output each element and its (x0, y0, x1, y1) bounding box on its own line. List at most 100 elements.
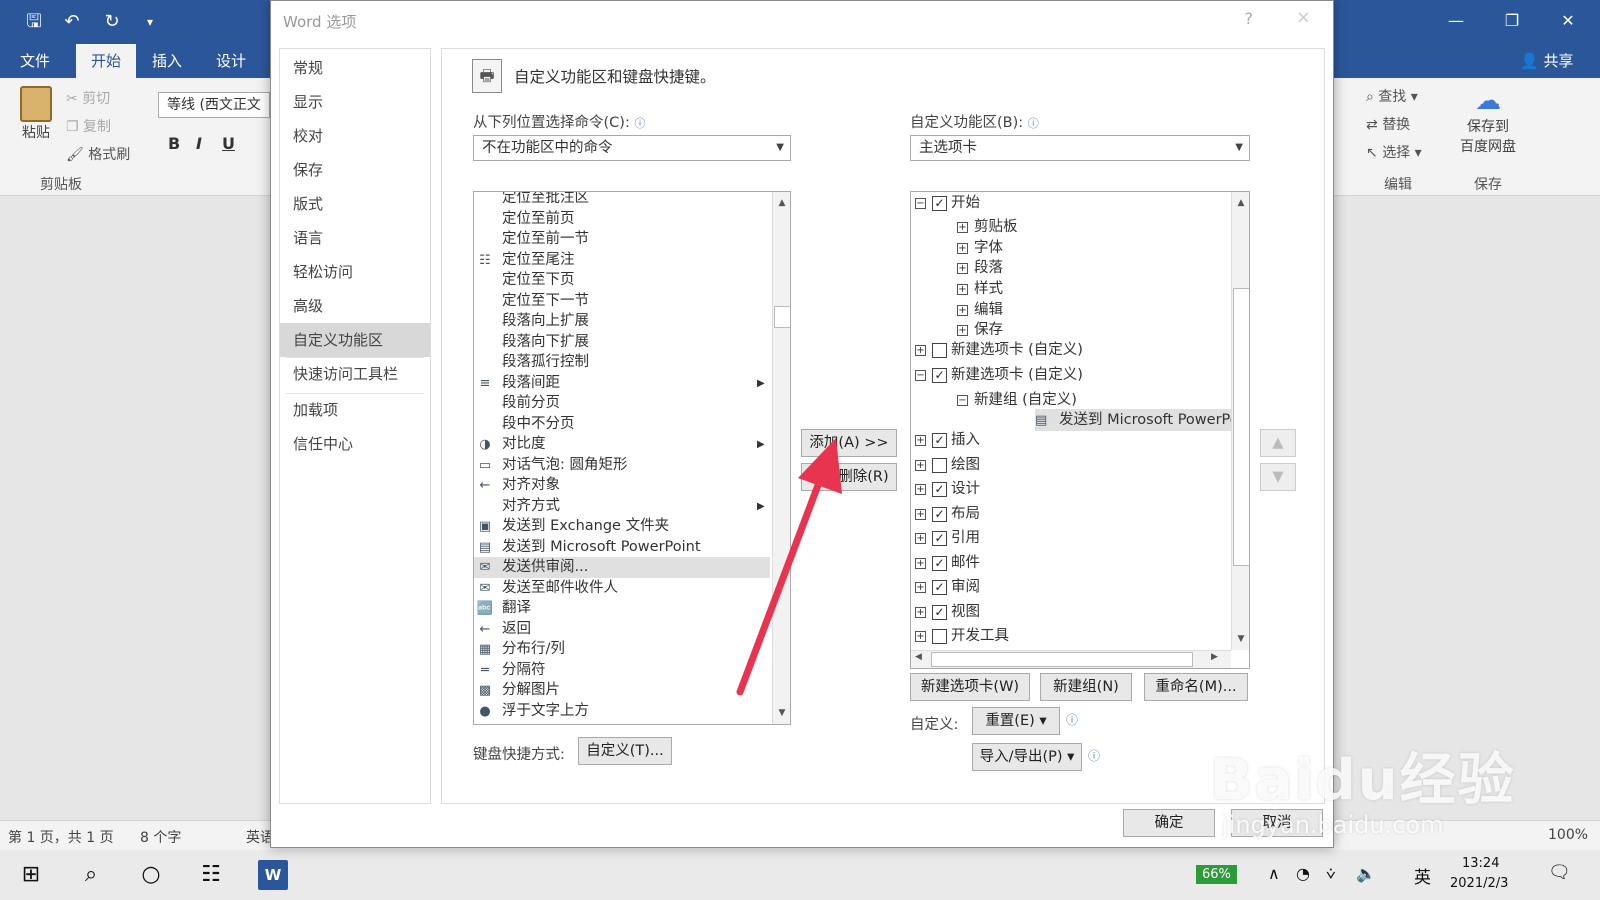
tree-checkbox[interactable]: ✓ (932, 432, 947, 448)
scroll-thumb[interactable] (1233, 288, 1249, 566)
new-group-button[interactable]: 新建组(N) (1040, 673, 1132, 701)
command-item[interactable]: 定位至前页 (474, 209, 770, 230)
nav-item-4[interactable]: 版式 (280, 187, 430, 221)
tree-checkbox[interactable]: ✓ (932, 367, 947, 383)
command-item[interactable]: ← 返回 (474, 619, 770, 640)
nav-item-6[interactable]: 轻松访问 (280, 255, 430, 289)
command-item[interactable]: ✉ 发送至邮件收件人 (474, 578, 770, 599)
tree-checkbox[interactable] (932, 342, 947, 358)
command-item[interactable]: ▦ 分布行/列 (474, 639, 770, 660)
expand-icon[interactable]: + (957, 304, 968, 316)
command-item[interactable]: 段中不分页 (474, 414, 770, 435)
ribbon-tree[interactable]: − ✓ 开始 + 剪贴板 + 字体 + 段落 + 样式 + 编辑 + 保存 + 新建选项卡 (自定义) − ✓ 新建选… (910, 191, 1250, 669)
command-item[interactable]: ● 浮于文字上方 (474, 701, 770, 722)
command-item[interactable]: ▤ 发送到 Microsoft PowerPoint (474, 537, 770, 558)
word-app-icon[interactable]: W (258, 860, 288, 890)
restore-icon[interactable]: ❐ (1492, 6, 1532, 36)
remove-button[interactable]: << 删除(R) (801, 463, 897, 491)
tree-node[interactable]: + ✓ 设计 (915, 478, 980, 500)
save-to-baidu-button[interactable]: ☁ 保存到 百度网盘 (1450, 86, 1526, 156)
word-count[interactable]: 8 个字 (140, 827, 181, 847)
tree-node[interactable]: + 字体 (957, 237, 1003, 259)
tree-checkbox[interactable]: ✓ (932, 195, 947, 211)
expand-icon[interactable]: + (915, 508, 926, 520)
nav-item-2[interactable]: 校对 (280, 119, 430, 153)
scroll-right-icon[interactable]: ▶ (1211, 652, 1218, 662)
tree-checkbox[interactable]: ✓ (932, 481, 947, 497)
command-item[interactable]: 对齐方式 ▶ (474, 496, 770, 517)
reset-button[interactable]: 重置(E) ▾ (972, 707, 1060, 735)
expand-icon[interactable]: + (957, 324, 968, 336)
expand-icon[interactable]: + (915, 434, 926, 446)
cancel-button[interactable]: 取消 (1231, 809, 1323, 837)
tree-node[interactable]: ▤ 发送到 Microsoft PowerPoint (1035, 409, 1249, 431)
copy-button[interactable]: ❐ 复制 (66, 116, 111, 136)
scroll-down-icon[interactable]: ▼ (773, 704, 790, 722)
scroll-up-icon[interactable]: ▲ (773, 194, 790, 212)
tree-node[interactable]: + ✓ 引用 (915, 527, 980, 549)
tree-node[interactable]: + 编辑 (957, 299, 1003, 321)
nav-item-3[interactable]: 保存 (280, 153, 430, 187)
notification-icon[interactable]: 🗨 (1548, 862, 1571, 883)
tree-node[interactable]: − ✓ 开始 (915, 192, 980, 214)
battery-indicator[interactable]: 66% (1196, 865, 1237, 884)
undo-icon[interactable]: ↶ (58, 8, 86, 36)
tree-node[interactable]: + 样式 (957, 278, 1003, 300)
scroll-thumb[interactable] (774, 306, 790, 328)
tree-checkbox[interactable]: ✓ (932, 506, 947, 522)
format-painter-button[interactable]: 🖌 格式刷 (66, 144, 130, 164)
wifi-icon[interactable]: ⩒ (1326, 864, 1336, 884)
command-item[interactable]: ← 对齐对象 (474, 475, 770, 496)
collapse-icon[interactable]: − (915, 197, 926, 209)
move-up-button[interactable]: ▲ (1260, 429, 1296, 457)
redo-icon[interactable]: ↻ (98, 8, 126, 36)
command-item[interactable]: 定位至下一节 (474, 291, 770, 312)
help-button[interactable]: ? (1245, 9, 1254, 28)
tab-home[interactable]: 开始 (76, 44, 136, 78)
search-icon[interactable]: ⌕ (76, 860, 106, 890)
choose-from-select[interactable]: 不在功能区中的命令 ▼ (473, 135, 791, 161)
expand-icon[interactable]: + (915, 606, 926, 618)
page-count[interactable]: 第 1 页，共 1 页 (8, 827, 114, 847)
font-name-select[interactable]: 等线 (西文正文 (158, 92, 270, 118)
windows-start-icon[interactable]: ⊞ (16, 860, 46, 890)
scroll-thumb[interactable] (931, 652, 1193, 667)
command-item[interactable]: ═ 分隔符 (474, 660, 770, 681)
expand-icon[interactable]: + (915, 557, 926, 569)
ok-button[interactable]: 确定 (1123, 809, 1215, 837)
move-down-button[interactable]: ▼ (1260, 463, 1296, 491)
close-icon[interactable]: ✕ (1548, 6, 1588, 36)
tree-node[interactable]: + 段落 (957, 257, 1003, 279)
expand-icon[interactable]: + (957, 242, 968, 254)
tree-node[interactable]: + ✓ 插入 (915, 429, 980, 451)
tree-node[interactable]: + ✓ 布局 (915, 503, 980, 525)
task-view-icon[interactable]: ☷ (196, 860, 226, 890)
rename-button[interactable]: 重命名(M)... (1144, 673, 1248, 701)
ime-indicator[interactable]: 英 (1414, 863, 1431, 888)
tree-checkbox[interactable] (932, 628, 947, 644)
save-icon[interactable]: 🖫 (20, 8, 48, 36)
expand-icon[interactable]: + (915, 532, 926, 544)
expand-icon[interactable]: + (915, 483, 926, 495)
cut-button[interactable]: ✂ 剪切 (66, 88, 110, 108)
tab-design[interactable]: 设计 (204, 44, 258, 78)
command-item[interactable]: 段落孤行控制 (474, 352, 770, 373)
command-item[interactable]: 🔤 翻译 (474, 598, 770, 619)
tree-checkbox[interactable]: ✓ (932, 579, 947, 595)
zoom-level[interactable]: 100% (1548, 827, 1588, 843)
volume-icon[interactable]: 🔈 (1356, 864, 1376, 883)
command-item[interactable]: 段落向上扩展 (474, 311, 770, 332)
underline-button[interactable]: U (222, 134, 235, 153)
expand-icon[interactable]: + (915, 459, 926, 471)
tree-node[interactable]: + ✓ 邮件 (915, 552, 980, 574)
expand-icon[interactable]: + (957, 262, 968, 274)
nav-item-10[interactable]: 加载项 (280, 393, 430, 427)
command-item[interactable]: 定位至下页 (474, 270, 770, 291)
tree-node[interactable]: + 开发工具 (915, 625, 1009, 647)
network-icon[interactable]: ◔ (1296, 864, 1310, 883)
command-item[interactable]: ☷ 定位至尾注 (474, 250, 770, 271)
share-button[interactable]: 👤 共享 (1508, 44, 1585, 78)
nav-item-0[interactable]: 常规 (280, 51, 430, 85)
tab-file[interactable]: 文件 (8, 44, 62, 78)
expand-icon[interactable]: + (915, 630, 926, 642)
